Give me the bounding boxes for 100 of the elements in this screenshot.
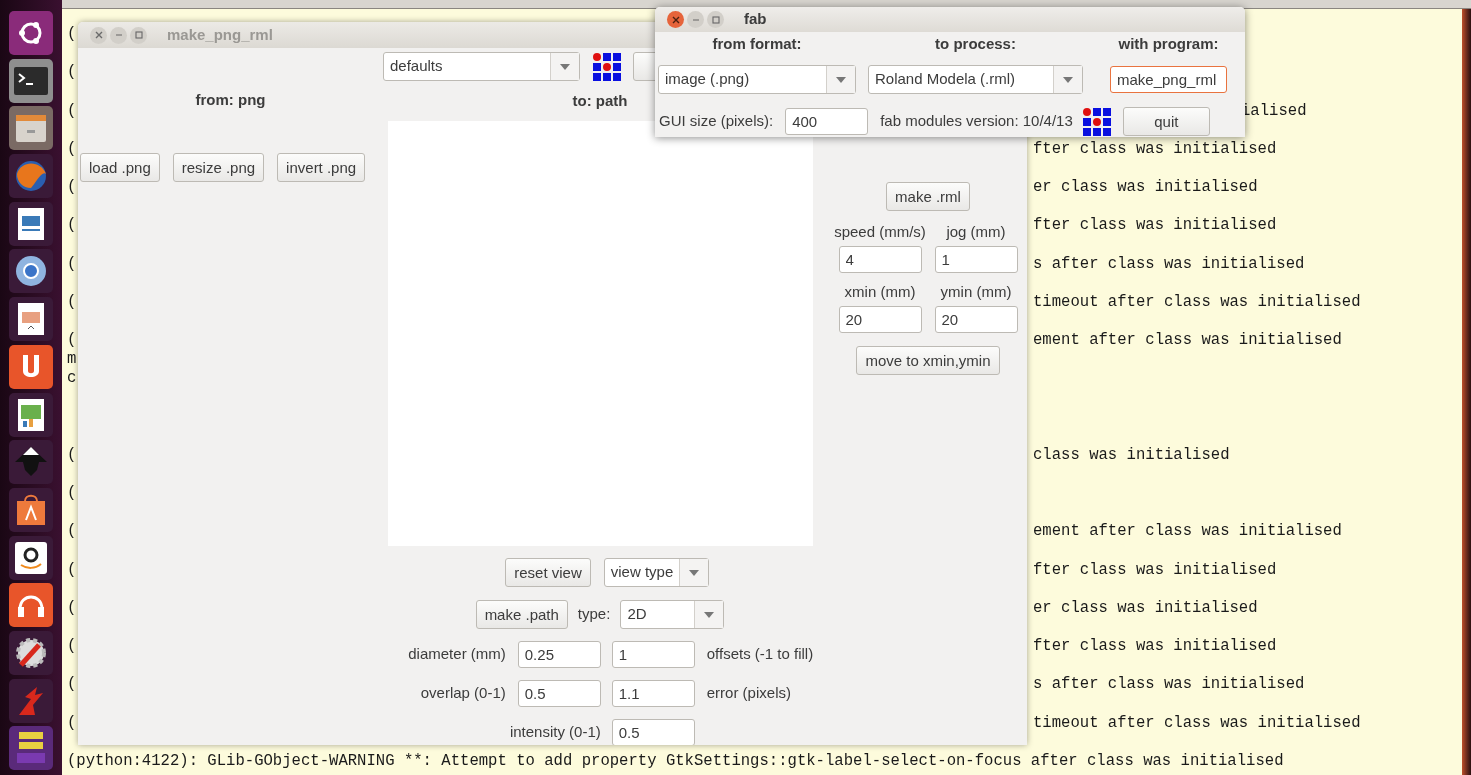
ring-icon[interactable] — [9, 249, 53, 294]
reset-view-button[interactable]: reset view — [505, 558, 591, 587]
make-path-button[interactable]: make .path — [475, 600, 568, 629]
terminal-line: er class was initialised — [1033, 178, 1258, 198]
close-icon[interactable] — [667, 11, 684, 28]
input-field[interactable]: 0.5 — [611, 719, 695, 745]
field-label: jog (mm) — [946, 223, 1006, 241]
type-dropdown[interactable]: 2D — [620, 600, 725, 629]
terminal-line: class was initialised — [1033, 445, 1230, 465]
field-label: diameter (mm) — [408, 644, 506, 665]
toolbar-button[interactable]: resize .png — [172, 153, 265, 182]
terminal-line: ( — [67, 445, 77, 464]
terminal-line: ( — [67, 101, 77, 120]
move-button[interactable]: move to xmin,ymin — [856, 346, 1000, 375]
field-label: speed (mm/s) — [834, 223, 926, 241]
field-label: xmin (mm) — [844, 283, 916, 301]
field-label: overlap (0-1) — [420, 683, 506, 704]
input-field[interactable]: 400 — [785, 108, 869, 135]
dot-grid-logo-icon — [1082, 107, 1111, 136]
terminal-line: timeout after class was initialised — [1033, 292, 1361, 312]
terminal-line: ( — [67, 25, 77, 45]
terminal-line: fter class was initialised — [1033, 637, 1277, 657]
terminal-line: ement after class was initialised — [1033, 331, 1342, 351]
column-heading: from format: — [712, 35, 802, 53]
document-icon[interactable] — [9, 201, 53, 246]
toolbar-button[interactable]: invert .png — [277, 153, 366, 182]
terminal-line: fter class was initialised — [1033, 560, 1277, 580]
input-field[interactable]: 0.25 — [517, 641, 601, 668]
presentation-icon[interactable] — [9, 297, 53, 342]
window-title: make_png_rml — [167, 24, 273, 45]
terminal-line: ( — [67, 63, 77, 83]
caret-icon — [688, 569, 699, 576]
terminal-line: ( — [67, 178, 77, 196]
mountain-icon[interactable] — [9, 440, 53, 485]
input-field[interactable]: 20 — [838, 306, 922, 333]
column-heading: with program: — [1118, 35, 1219, 53]
section-heading: from: png — [194, 91, 267, 109]
terminal-line: ( — [67, 675, 77, 694]
terminal-line: ( — [67, 713, 77, 732]
terminal-line: ( — [67, 139, 77, 158]
field-label: error (pixels) — [706, 683, 791, 704]
terminal-line: timeout after class was initialised — [1033, 713, 1361, 733]
make-rml-button[interactable]: make .rml — [886, 182, 970, 211]
shopping-bag-icon[interactable] — [9, 487, 53, 532]
input-field[interactable]: 4 — [838, 246, 922, 273]
caret-icon — [836, 76, 846, 83]
terminal-line: ( — [67, 292, 77, 311]
circle-logo-icon[interactable] — [9, 11, 53, 55]
terminal-line: ( — [67, 484, 77, 504]
terminal-line: ( — [67, 216, 77, 235]
column-heading: to process: — [935, 35, 1016, 53]
terminal-line: m — [67, 350, 77, 370]
stack-icon[interactable] — [9, 726, 53, 771]
terminal-line: ( — [67, 560, 77, 579]
terminal-line: c — [67, 369, 77, 389]
toolbar-button[interactable]: load .png — [80, 153, 160, 182]
terminal-line: ialised — [1241, 101, 1307, 121]
preset-dropdown[interactable]: defaults — [383, 52, 580, 81]
field-label: type: — [577, 604, 611, 625]
terminal-line: er class was initialised — [1033, 598, 1258, 618]
globe-icon[interactable] — [9, 154, 53, 199]
version-text: fab modules version: 10/4/13 — [880, 111, 1073, 132]
spreadsheet-icon[interactable] — [9, 392, 53, 437]
input-field[interactable]: 1 — [611, 641, 695, 668]
terminal-line: ( — [67, 254, 77, 273]
input-field[interactable]: 0.5 — [517, 680, 601, 707]
terminal-line: fter class was initialised — [1033, 139, 1277, 159]
bird-icon[interactable] — [9, 678, 53, 723]
field-label: GUI size (pixels): — [659, 111, 774, 132]
terminal-line: ement after class was initialised — [1033, 522, 1342, 542]
input-field[interactable]: make_png_rml — [1110, 66, 1227, 93]
dot-grid-logo-icon — [593, 52, 621, 81]
caret-icon — [1063, 76, 1073, 83]
input-field[interactable]: 20 — [934, 306, 1018, 333]
terminal-line: ( — [67, 598, 77, 617]
caret-icon — [704, 611, 715, 618]
input-field[interactable]: 1.1 — [611, 680, 695, 707]
terminal-line: (python:4122): GLib-GObject-WARNING **: Attempt to add property GtkSettings::gtk-label-select-on-focus after class was initialised — [67, 751, 1284, 771]
caret-icon — [560, 63, 570, 70]
section-heading: to: path — [572, 92, 628, 110]
terminal-line: s after class was initialised — [1033, 675, 1305, 695]
format-dropdown[interactable]: image (.png) — [658, 65, 856, 94]
terminal-line: fter class was initialised — [1033, 216, 1277, 236]
field-label: intensity (0-1) — [509, 722, 601, 743]
terminal-line: s after class was initialised — [1033, 254, 1305, 274]
field-label: offsets (-1 to fill) — [706, 644, 814, 665]
u-shape-icon[interactable] — [9, 344, 53, 389]
view-type-dropdown[interactable]: view type — [603, 558, 709, 587]
terminal-icon[interactable] — [9, 58, 53, 103]
quit-button[interactable]: quit — [1122, 107, 1210, 136]
process-dropdown[interactable]: Roland Modela (.rml) — [868, 65, 1083, 94]
terminal-line: ( — [67, 331, 77, 349]
drawer-icon[interactable] — [9, 106, 53, 151]
gear-wrench-icon[interactable] — [9, 630, 53, 675]
terminal-line: ( — [67, 522, 77, 541]
window-title: fab — [744, 9, 767, 30]
terminal-line: ( — [67, 637, 77, 655]
field-label: ymin (mm) — [940, 283, 1012, 301]
input-field[interactable]: 1 — [934, 246, 1018, 273]
headphones-icon[interactable] — [9, 583, 53, 628]
